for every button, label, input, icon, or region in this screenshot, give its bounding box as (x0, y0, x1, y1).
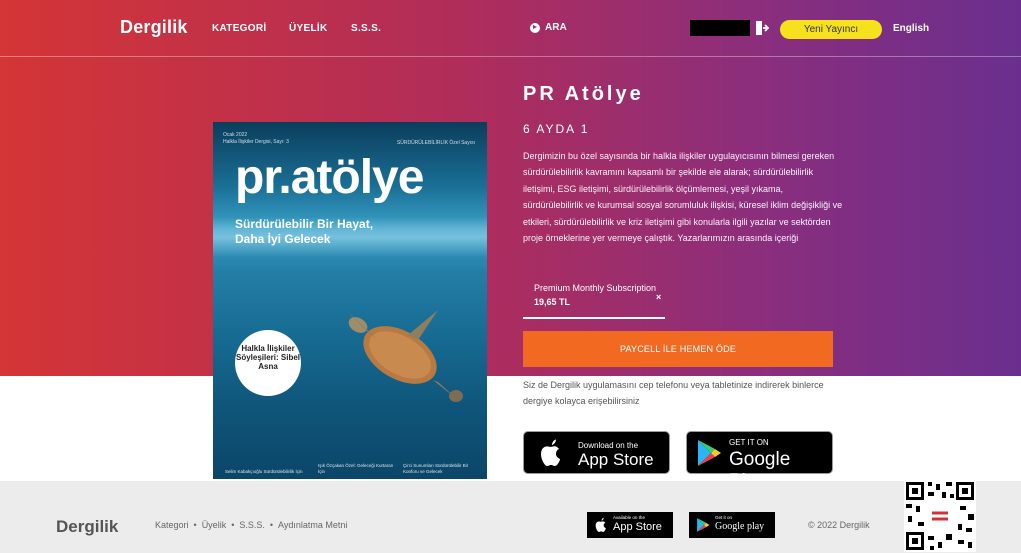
footer-separator: • (269, 520, 274, 530)
magazine-cover[interactable]: Ocak 2022 Halkla İlişkiler Dergisi, Sayı… (213, 122, 487, 479)
cover-issue: Halkla İlişkiler Dergisi, Sayı: 3 (223, 139, 289, 145)
cover-foot-2: Işık Özçakan Özel: Geleceği Kurtaran İçi… (318, 463, 394, 474)
footer-app-store-small: Available on the (613, 515, 645, 520)
product-title: PR Atölye (523, 83, 644, 105)
subscription-underline (523, 317, 665, 319)
app-store-small: Download on the (578, 441, 639, 450)
footer-link-kategori[interactable]: Kategori (155, 520, 189, 530)
cover-tagline: Sürdürülebilir Bir Hayat, Daha İyi Gelec… (235, 217, 374, 246)
turtle-illustration (346, 310, 463, 402)
google-play-small: GET IT ON (729, 438, 769, 447)
new-publisher-button[interactable]: Yeni Yayıncı (780, 20, 882, 39)
footer (0, 481, 1021, 553)
product-frequency: 6 AYDA 1 (523, 122, 590, 136)
footer-links: Kategori • Üyelik • S.S.S. • Aydınlatma … (155, 520, 347, 530)
close-icon[interactable]: × (656, 292, 661, 302)
play-circle-icon (530, 22, 540, 33)
logout-icon[interactable] (755, 20, 769, 36)
logo[interactable]: Dergilik (120, 17, 188, 38)
search-label: ARA (545, 22, 567, 33)
footer-link-uyelik[interactable]: Üyelik (202, 520, 227, 530)
footer-separator: • (231, 520, 235, 530)
footer-link-aydinlatma[interactable]: Aydınlatma Metni (278, 520, 347, 530)
top-navbar: Dergilik KATEGORİ ÜYELİK S.S.S. ARA Yeni… (0, 0, 1021, 57)
cover-foot-1: Selim Kabakçıoğlu Sürdürülebilirlik İçin (225, 469, 303, 474)
footer-app-store-big: App Store (613, 521, 662, 533)
google-play-icon (697, 518, 710, 532)
cover-foot-3: Çirci Sunumları Sürdürülebilir Bir Konfo… (403, 463, 469, 474)
google-play-icon (698, 440, 721, 466)
subscription-price: 19,65 TL (534, 297, 571, 307)
app-store-button[interactable]: Download on the App Store (523, 431, 670, 474)
app-store-big: App Store (578, 450, 654, 469)
search-link[interactable]: ARA (530, 22, 567, 33)
paycell-pay-button[interactable]: PAYCELL İLE HEMEN ÖDE (523, 331, 833, 367)
copyright: © 2022 Dergilik (808, 520, 870, 530)
footer-google-play-button[interactable]: Get it on Google play (689, 512, 775, 538)
footer-link-sss[interactable]: S.S.S. (239, 520, 265, 530)
qr-code (904, 480, 976, 552)
cover-badge: Halkla İlişkiler Söyleşileri: Sibel Asna (235, 330, 301, 396)
footer-separator: • (193, 520, 197, 530)
product-description: Dergimizin bu özel sayısında bir halkla … (523, 151, 843, 244)
footer-google-play-big: Google play (715, 521, 765, 532)
google-play-button[interactable]: GET IT ON Google Play (686, 431, 833, 492)
app-download-note: Siz de Dergilik uygulamasını cep telefon… (523, 380, 824, 406)
cover-masthead: pr.atölye (235, 151, 424, 204)
subscription-name: Premium Monthly Subscription (534, 283, 657, 293)
cover-meta-left: Ocak 2022 Halkla İlişkiler Dergisi, Sayı… (223, 132, 289, 146)
nav-uyelik[interactable]: ÜYELİK (289, 23, 327, 34)
language-switch[interactable]: English (893, 23, 929, 34)
nav-kategori[interactable]: KATEGORİ (212, 23, 266, 34)
apple-icon (595, 517, 606, 532)
cover-date: Ocak 2022 (223, 132, 248, 138)
subscription-option[interactable]: Premium Monthly Subscription 19,65 TL (534, 283, 664, 307)
user-account-redacted[interactable] (690, 20, 750, 36)
apple-icon (541, 439, 560, 466)
nav-sss[interactable]: S.S.S. (351, 23, 381, 34)
footer-google-play-small: Get it on (715, 515, 733, 520)
footer-app-store-button[interactable]: Available on the App Store (587, 512, 673, 538)
footer-logo[interactable]: Dergilik (56, 517, 118, 537)
cover-meta-right: SÜRDÜRÜLEBİLİRLİK Özel Sayısı (396, 140, 475, 146)
